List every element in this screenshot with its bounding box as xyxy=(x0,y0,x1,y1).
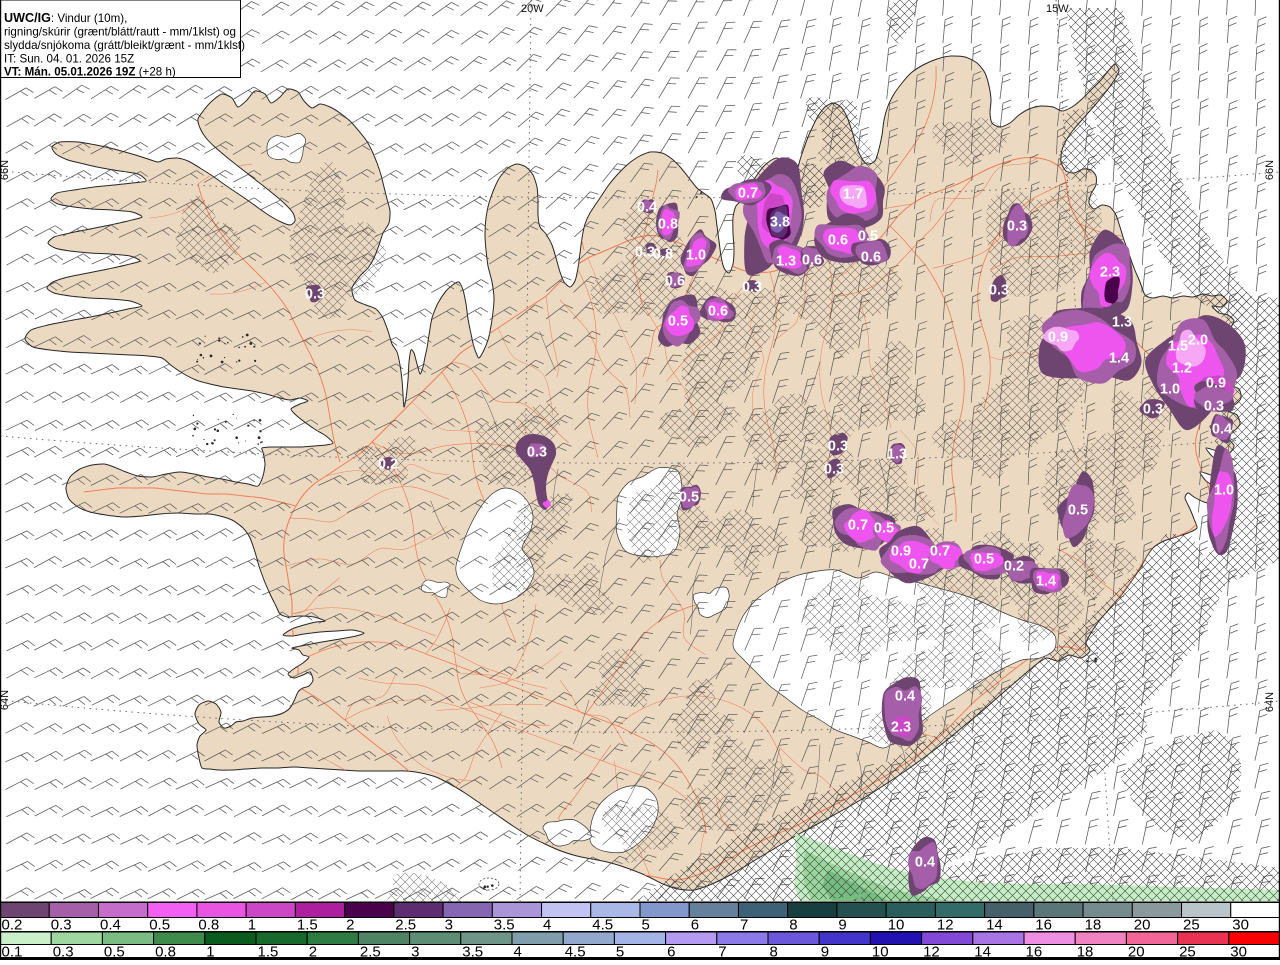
svg-text:0.8: 0.8 xyxy=(658,217,678,233)
svg-text:IT: Sun. 04. 01. 2026 15Z: IT: Sun. 04. 01. 2026 15Z xyxy=(4,53,134,66)
svg-text:0.4: 0.4 xyxy=(895,689,915,705)
svg-text:0.7: 0.7 xyxy=(930,544,950,560)
svg-text:66N: 66N xyxy=(1264,160,1276,180)
svg-text:0.4: 0.4 xyxy=(915,855,935,871)
svg-text:0.3: 0.3 xyxy=(824,462,844,478)
svg-text:0.8: 0.8 xyxy=(198,917,219,934)
svg-text:0.6: 0.6 xyxy=(828,233,848,249)
svg-text:3.5: 3.5 xyxy=(494,917,515,934)
svg-text:0.5: 0.5 xyxy=(668,314,688,330)
svg-text:0.5: 0.5 xyxy=(974,552,994,568)
svg-text:7: 7 xyxy=(740,917,748,934)
svg-text:1: 1 xyxy=(248,917,256,934)
svg-text:VT: Mán. 05.01.2026 19Z (+28 h: VT: Mán. 05.01.2026 19Z (+28 h) xyxy=(4,66,176,79)
svg-text:0.4: 0.4 xyxy=(637,200,657,216)
svg-text:1.3: 1.3 xyxy=(1112,315,1132,331)
svg-text:1.0: 1.0 xyxy=(1160,382,1180,398)
svg-text:rigning/skúrir (grænt/blátt/ra: rigning/skúrir (grænt/blátt/rautt - mm/1… xyxy=(4,26,236,39)
svg-text:0.7: 0.7 xyxy=(909,557,929,573)
svg-text:0.5: 0.5 xyxy=(858,229,878,245)
svg-text:25: 25 xyxy=(1183,917,1200,934)
svg-text:0.3: 0.3 xyxy=(828,439,848,455)
svg-text:0.6: 0.6 xyxy=(665,274,685,290)
svg-text:1.0: 1.0 xyxy=(1214,483,1234,499)
svg-text:0.9: 0.9 xyxy=(1048,330,1068,346)
svg-text:0.3: 0.3 xyxy=(742,280,762,296)
svg-text:0.3: 0.3 xyxy=(1007,219,1027,235)
svg-text:0.3: 0.3 xyxy=(989,283,1009,299)
svg-text:0.4: 0.4 xyxy=(100,917,121,934)
svg-text:5: 5 xyxy=(642,917,650,934)
svg-text:20W: 20W xyxy=(521,3,544,15)
svg-text:1.0: 1.0 xyxy=(686,248,706,264)
svg-text:1.3: 1.3 xyxy=(776,254,796,270)
svg-text:0.8: 0.8 xyxy=(653,247,673,263)
svg-text:0.5: 0.5 xyxy=(149,917,170,934)
svg-text:1.5: 1.5 xyxy=(1168,339,1188,355)
svg-text:2.3: 2.3 xyxy=(1100,265,1120,281)
svg-text:0.7: 0.7 xyxy=(848,518,868,534)
svg-text:0.6: 0.6 xyxy=(861,250,881,266)
svg-text:UWC/IG: Vindur (10m),: UWC/IG: Vindur (10m), xyxy=(4,11,127,25)
svg-text:1.4: 1.4 xyxy=(1036,574,1056,590)
svg-text:1.3: 1.3 xyxy=(887,447,907,463)
svg-text:0.3: 0.3 xyxy=(51,917,72,934)
svg-text:64N: 64N xyxy=(0,690,11,710)
svg-text:2.0: 2.0 xyxy=(1188,333,1208,349)
svg-text:0.6: 0.6 xyxy=(802,253,822,269)
svg-text:0.3: 0.3 xyxy=(1204,399,1224,415)
svg-text:0.6: 0.6 xyxy=(708,304,728,320)
svg-text:0.5: 0.5 xyxy=(679,490,699,506)
svg-text:0.3: 0.3 xyxy=(1143,402,1163,418)
svg-text:2.5: 2.5 xyxy=(395,917,416,934)
svg-text:1.7: 1.7 xyxy=(843,187,863,203)
svg-text:0.7: 0.7 xyxy=(738,186,758,202)
svg-text:12: 12 xyxy=(937,917,954,934)
svg-text:0.3: 0.3 xyxy=(305,287,325,303)
svg-text:0.3: 0.3 xyxy=(527,445,547,461)
svg-text:4: 4 xyxy=(543,917,551,934)
svg-text:10: 10 xyxy=(888,917,905,934)
svg-text:0.2: 0.2 xyxy=(378,457,398,473)
svg-text:16: 16 xyxy=(1035,917,1052,934)
svg-text:slydda/snjókoma (grátt/bleikt/: slydda/snjókoma (grátt/bleikt/grænt - mm… xyxy=(4,39,245,52)
svg-text:15W: 15W xyxy=(1046,3,1069,15)
svg-text:1.5: 1.5 xyxy=(297,917,318,934)
svg-text:0.5: 0.5 xyxy=(874,521,894,537)
svg-text:0.9: 0.9 xyxy=(1206,376,1226,392)
svg-text:64N: 64N xyxy=(1264,692,1276,712)
svg-text:4.5: 4.5 xyxy=(592,917,613,934)
svg-text:9: 9 xyxy=(838,917,846,934)
svg-text:1.2: 1.2 xyxy=(1172,361,1192,377)
svg-text:0.2: 0.2 xyxy=(1004,559,1024,575)
svg-text:0.4: 0.4 xyxy=(1212,422,1232,438)
svg-text:0.2: 0.2 xyxy=(2,917,23,934)
svg-text:66N: 66N xyxy=(0,160,11,180)
svg-text:3.8: 3.8 xyxy=(770,215,790,231)
svg-text:8: 8 xyxy=(789,917,797,934)
svg-text:2: 2 xyxy=(346,917,354,934)
svg-text:18: 18 xyxy=(1085,917,1102,934)
svg-text:30: 30 xyxy=(1232,917,1249,934)
svg-text:2.3: 2.3 xyxy=(891,720,911,736)
svg-text:0.5: 0.5 xyxy=(1068,503,1088,519)
svg-text:3: 3 xyxy=(445,917,453,934)
svg-text:1.4: 1.4 xyxy=(1109,351,1129,367)
svg-text:14: 14 xyxy=(986,917,1003,934)
svg-text:6: 6 xyxy=(691,917,699,934)
svg-text:20: 20 xyxy=(1134,917,1151,934)
